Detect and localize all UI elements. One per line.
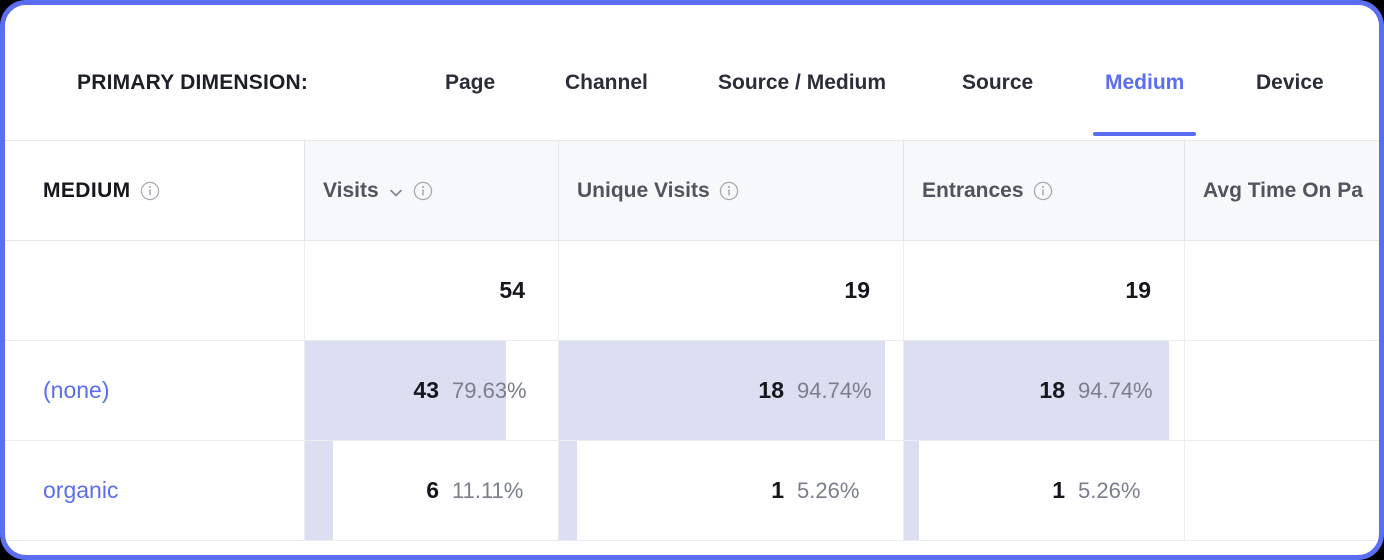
column-header-dimension[interactable]: MEDIUM xyxy=(5,141,304,240)
column-header-label: Entrances xyxy=(922,178,1024,202)
column-header-label: Unique Visits xyxy=(577,178,710,202)
info-icon[interactable] xyxy=(140,181,160,201)
dimension-value-link[interactable]: organic xyxy=(5,477,118,504)
info-icon[interactable] xyxy=(719,181,739,201)
metric-value: 6 xyxy=(426,477,439,503)
metric-percent: 11.11% xyxy=(452,478,524,503)
cell-dimension xyxy=(5,241,304,340)
dimension-tab-label: Source xyxy=(962,71,1034,94)
metric-percent: 5.26% xyxy=(1078,478,1141,503)
cell-entrances: 18 94.74% xyxy=(903,341,1184,440)
chevron-down-icon[interactable] xyxy=(388,183,404,199)
cell-avg_time xyxy=(1184,241,1379,340)
cell-dimension: (none) xyxy=(5,341,304,440)
dimension-tab-label: Device xyxy=(1256,71,1324,94)
table-totals-row: 54 19 19 xyxy=(5,241,1379,341)
dimension-tab-source[interactable]: Source xyxy=(962,71,1033,95)
dimension-tab-label: Source / Medium xyxy=(718,71,887,94)
info-icon[interactable] xyxy=(1033,181,1053,201)
column-header-label: Avg Time On Pa xyxy=(1203,178,1363,202)
primary-dimension-bar: PRIMARY DIMENSION: Page Channel Source / M… xyxy=(5,5,1379,141)
metric-value: 19 xyxy=(844,277,870,303)
cell-entrances: 1 5.26% xyxy=(903,441,1184,540)
cell-visits: 54 xyxy=(304,241,558,340)
primary-dimension-label: PRIMARY DIMENSION: xyxy=(77,71,309,94)
cell-unique_visits: 18 94.74% xyxy=(558,341,903,440)
column-header-entrances[interactable]: Entrances xyxy=(903,141,1184,240)
column-header-label: Visits xyxy=(323,178,379,202)
dimension-value-link[interactable]: (none) xyxy=(5,377,109,404)
metric-value: 19 xyxy=(1125,277,1151,303)
metric-value: 54 xyxy=(499,277,525,303)
value-bar xyxy=(904,441,919,540)
info-icon[interactable] xyxy=(413,181,433,201)
table-row: organic 6 11.11% 1 5.26% 1 5.26% xyxy=(5,441,1379,541)
dimension-tab-label: Channel xyxy=(565,71,648,94)
metric-value: 18 xyxy=(1039,377,1065,403)
dimension-tab-page[interactable]: Page xyxy=(445,71,495,95)
metrics-table: MEDIUM Visits Unique Visits Entrances Avg Ti… xyxy=(5,141,1379,541)
cell-entrances: 19 xyxy=(903,241,1184,340)
value-bar xyxy=(559,441,578,540)
metric-value: 1 xyxy=(771,477,784,503)
active-tab-underline xyxy=(1093,132,1197,136)
cell-unique_visits: 1 5.26% xyxy=(558,441,903,540)
metric-percent: 79.63% xyxy=(452,378,527,403)
dimension-tab-medium[interactable]: Medium xyxy=(1093,71,1197,136)
metric-value: 1 xyxy=(1052,477,1065,503)
report-panel: PRIMARY DIMENSION: Page Channel Source / M… xyxy=(0,0,1384,560)
metric-percent: 94.74% xyxy=(797,378,872,403)
dimension-tab-channel[interactable]: Channel xyxy=(565,71,648,95)
column-header-avg_time[interactable]: Avg Time On Pa xyxy=(1184,141,1379,240)
cell-dimension: organic xyxy=(5,441,304,540)
dimension-tab-source-medium[interactable]: Source / Medium xyxy=(718,71,886,95)
metric-value: 43 xyxy=(413,377,439,403)
cell-unique_visits: 19 xyxy=(558,241,903,340)
column-header-label: MEDIUM xyxy=(43,178,131,202)
cell-avg_time xyxy=(1184,441,1379,540)
metric-value: 18 xyxy=(758,377,784,403)
metric-percent: 5.26% xyxy=(797,478,860,503)
cell-avg_time xyxy=(1184,341,1379,440)
metric-percent: 94.74% xyxy=(1078,378,1153,403)
column-header-visits[interactable]: Visits xyxy=(304,141,558,240)
cell-visits: 43 79.63% xyxy=(304,341,558,440)
column-header-unique_visits[interactable]: Unique Visits xyxy=(558,141,903,240)
dimension-tab-device[interactable]: Device xyxy=(1256,71,1324,95)
table-header-row: MEDIUM Visits Unique Visits Entrances Avg Ti… xyxy=(5,141,1379,241)
table-row: (none) 43 79.63% 18 94.74% 18 94.74% xyxy=(5,341,1379,441)
cell-visits: 6 11.11% xyxy=(304,441,558,540)
value-bar xyxy=(305,441,334,540)
dimension-tab-label: Medium xyxy=(1105,71,1185,94)
dimension-tab-label: Page xyxy=(445,71,496,94)
